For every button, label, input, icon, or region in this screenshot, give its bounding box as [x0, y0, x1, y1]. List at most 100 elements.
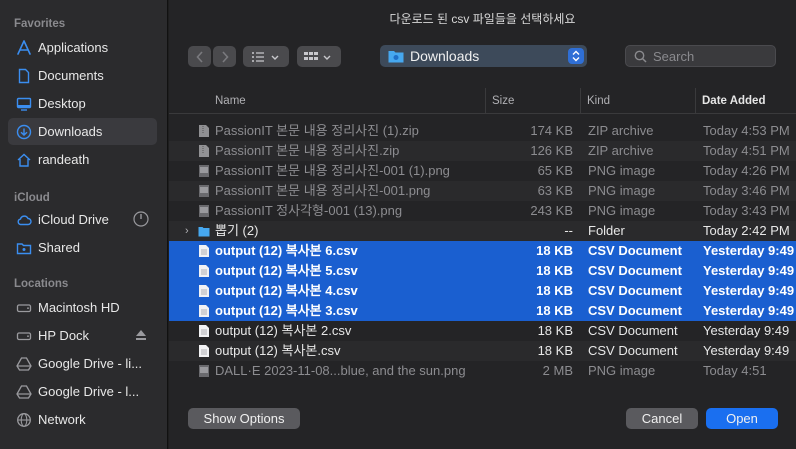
- csv-file-icon: [199, 265, 209, 277]
- column-header-size[interactable]: Size: [485, 88, 580, 114]
- sidebar-item-documents[interactable]: Documents: [8, 62, 157, 89]
- file-size: 126 KB: [530, 143, 573, 158]
- file-row[interactable]: PassionIT 본문 내용 정리사진 (1).zip 174 KB ZIP ar…: [169, 121, 796, 141]
- column-header-date-added[interactable]: Date Added: [695, 88, 796, 114]
- eject-icon[interactable]: [133, 327, 149, 343]
- file-row[interactable]: output (12) 복사본 5.csv 18 KB CSV Document Ye…: [169, 261, 796, 281]
- disk-icon: [16, 300, 32, 316]
- sidebar-item-google-drive-2[interactable]: Google Drive - l...: [8, 378, 157, 405]
- sidebar-item-desktop[interactable]: Desktop: [8, 90, 157, 117]
- file-kind: Folder: [588, 223, 625, 238]
- file-date-added: Yesterday 9:49: [703, 323, 790, 338]
- sidebar-section-favorites: Favorites: [14, 18, 66, 30]
- sidebar-item-applications[interactable]: Applications: [8, 34, 157, 61]
- file-size: 174 KB: [530, 123, 573, 138]
- disclosure-triangle-icon[interactable]: ›: [185, 221, 189, 241]
- file-name: PassionIT 본문 내용 정리사진.zip: [215, 143, 400, 158]
- file-row[interactable]: PassionIT 정사각형-001 (13).png 243 KB PNG ima…: [169, 201, 796, 221]
- file-row[interactable]: › 뽑기 (2) -- Folder Today 2:42 PM: [169, 221, 796, 241]
- file-row[interactable]: output (12) 복사본 2.csv 18 KB CSV Document Ye…: [169, 321, 796, 341]
- file-kind: PNG image: [588, 163, 656, 178]
- search-field[interactable]: [625, 45, 776, 67]
- file-kind: ZIP archive: [588, 143, 654, 158]
- csv-file-icon: [199, 285, 209, 297]
- sidebar-item-label: Macintosh HD: [38, 300, 120, 315]
- file-date-added: Today 4:51 PM: [703, 143, 790, 158]
- sidebar-item-home[interactable]: randeath: [8, 146, 157, 173]
- file-date-added: Yesterday 9:49: [703, 343, 790, 358]
- sidebar-item-label: Shared: [38, 240, 80, 255]
- sidebar-item-google-drive-1[interactable]: Google Drive - li...: [8, 350, 157, 377]
- sidebar: Favorites Applications Documents Desktop…: [0, 0, 168, 449]
- sidebar-item-label: Google Drive - l...: [38, 384, 140, 399]
- image-file-icon: [199, 205, 209, 217]
- sidebar-item-label: Documents: [38, 68, 104, 83]
- file-name: DALL·E 2023-11-08...blue, and the sun.pn…: [215, 363, 466, 378]
- open-button[interactable]: Open: [706, 408, 778, 429]
- file-kind: CSV Document: [588, 263, 682, 278]
- file-date-added: Today 4:53 PM: [703, 123, 790, 138]
- file-date-added: Today 3:43 PM: [703, 203, 790, 218]
- image-file-icon: [199, 365, 209, 377]
- file-row[interactable]: PassionIT 본문 내용 정리사진.zip 126 KB ZIP archiv…: [169, 141, 796, 161]
- show-options-button[interactable]: Show Options: [188, 408, 300, 429]
- file-kind: ZIP archive: [588, 123, 654, 138]
- document-icon: [16, 68, 32, 84]
- sidebar-section-locations: Locations: [14, 278, 69, 290]
- back-button[interactable]: [188, 46, 211, 67]
- file-row[interactable]: PassionIT 본문 내용 정리사진-001.png 63 KB PNG ima…: [169, 181, 796, 201]
- file-name: output (12) 복사본 5.csv: [215, 263, 358, 278]
- desktop-icon: [16, 96, 32, 112]
- file-name: PassionIT 정사각형-001 (13).png: [215, 203, 403, 218]
- file-date-added: Yesterday 9:49: [703, 303, 795, 318]
- sidebar-item-hp-dock[interactable]: HP Dock: [8, 322, 157, 349]
- location-label: Downloads: [410, 48, 480, 64]
- folder-icon: [198, 227, 210, 237]
- sidebar-item-downloads[interactable]: Downloads: [8, 118, 157, 145]
- icon-view-button[interactable]: [297, 46, 341, 67]
- sidebar-item-shared[interactable]: Shared: [8, 234, 157, 261]
- grid-view-icon: [304, 51, 331, 60]
- file-row[interactable]: output (12) 복사본 4.csv 18 KB CSV Document Ye…: [169, 281, 796, 301]
- file-date-added: Yesterday 9:49: [703, 243, 795, 258]
- file-size: 18 KB: [537, 323, 573, 338]
- file-size: 18 KB: [536, 303, 573, 318]
- list-view-icon: [252, 51, 279, 62]
- sidebar-item-macintosh-hd[interactable]: Macintosh HD: [8, 294, 157, 321]
- file-row[interactable]: output (12) 복사본 3.csv 18 KB CSV Document Ye…: [169, 301, 796, 321]
- chevron-right-icon: [221, 50, 229, 63]
- csv-file-icon: [199, 245, 209, 257]
- file-size: 18 KB: [536, 283, 573, 298]
- file-kind: PNG image: [588, 363, 656, 378]
- cancel-button[interactable]: Cancel: [626, 408, 698, 429]
- downloads-icon: [16, 124, 32, 140]
- forward-button[interactable]: [213, 46, 236, 67]
- folder-icon: [388, 51, 404, 63]
- file-kind: CSV Document: [588, 323, 678, 338]
- column-header-name[interactable]: Name: [209, 88, 485, 114]
- file-date-added: Today 3:46 PM: [703, 183, 790, 198]
- list-view-button[interactable]: [243, 46, 289, 67]
- csv-file-icon: [199, 305, 209, 317]
- sidebar-item-icloud-drive[interactable]: iCloud Drive: [8, 206, 157, 233]
- file-row[interactable]: PassionIT 본문 내용 정리사진-001 (1).png 65 KB PNG…: [169, 161, 796, 181]
- file-kind: PNG image: [588, 183, 656, 198]
- image-file-icon: [199, 185, 209, 197]
- disk-icon: [16, 328, 32, 344]
- file-row[interactable]: output (12) 복사본 6.csv 18 KB CSV Document Ye…: [169, 241, 796, 261]
- google-drive-icon: [16, 356, 32, 372]
- sidebar-item-network[interactable]: Network: [8, 406, 157, 433]
- file-date-added: Today 4:51: [703, 363, 767, 378]
- file-row[interactable]: DALL·E 2023-11-08...blue, and the sun.pn…: [169, 361, 796, 381]
- csv-file-icon: [199, 345, 209, 357]
- list-header: Name Size Kind Date Added: [169, 88, 796, 114]
- file-browser: 다운로드 된 csv 파일들을 선택하세요 Downloads Name: [169, 0, 796, 449]
- file-kind: PNG image: [588, 203, 656, 218]
- shared-folder-icon: [16, 240, 32, 256]
- column-header-kind[interactable]: Kind: [580, 88, 695, 114]
- file-date-added: Today 4:26 PM: [703, 163, 790, 178]
- file-name: output (12) 복사본 2.csv: [215, 323, 352, 338]
- location-select[interactable]: Downloads: [380, 45, 587, 67]
- file-row[interactable]: output (12) 복사본.csv 18 KB CSV Document Yest…: [169, 341, 796, 361]
- search-input[interactable]: [653, 48, 763, 64]
